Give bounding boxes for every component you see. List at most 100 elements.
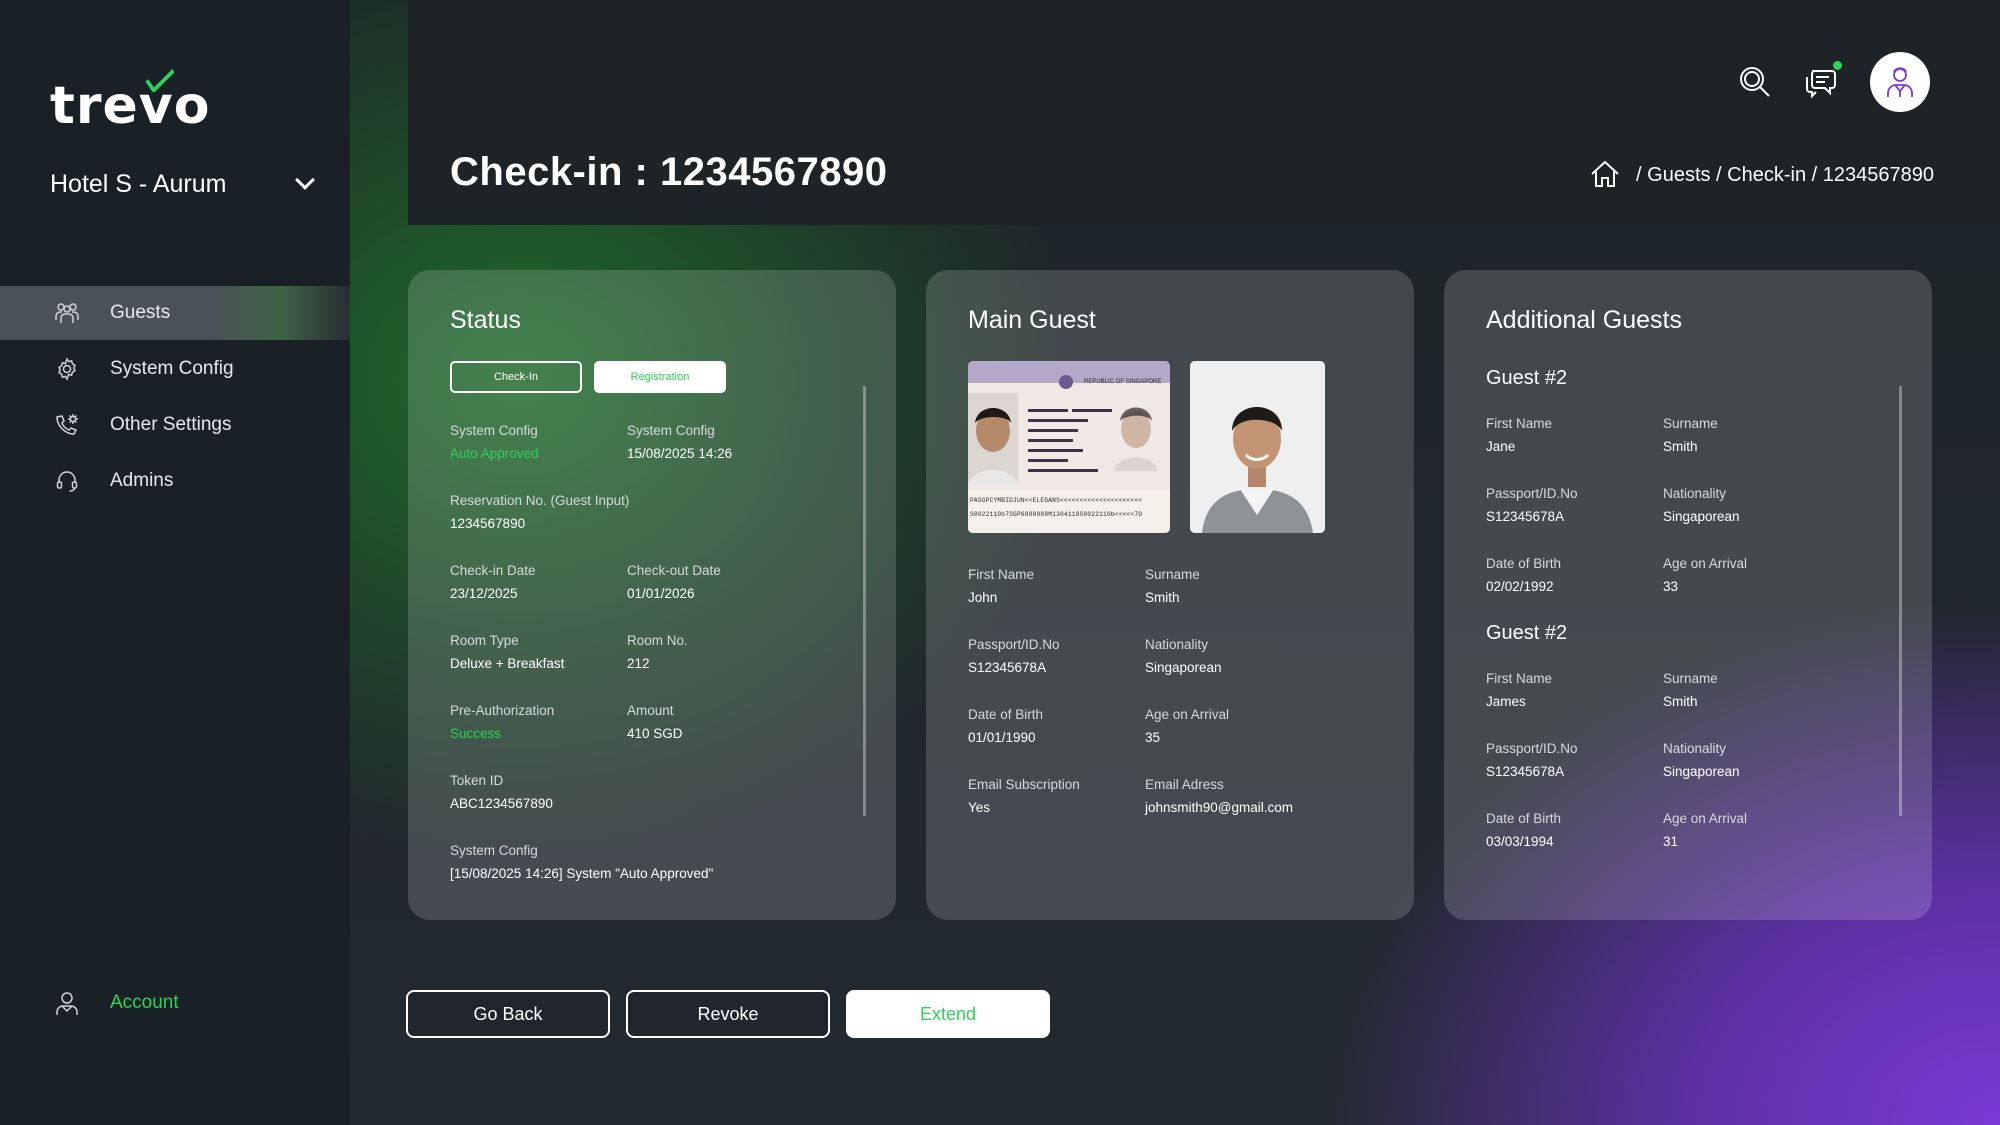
field-value: S12345678A [968,660,1047,675]
field-label: Date of Birth [1486,811,1562,826]
card-title: Status [450,306,521,334]
headset-icon [54,468,80,494]
field-value: 212 [627,656,650,671]
field-label: Room Type [450,633,519,648]
guest-photos: REPUBLIC OF SINGAPORE PASGPCYMBIDJUN<<EL… [968,361,1372,533]
field-value: 01/01/1990 [968,730,1036,745]
field-surname: Surname Smith [1145,567,1345,637]
field-date-of-birth: Date of Birth 03/03/1994 [1486,811,1663,881]
sidebar-nav: Guests System Config Other Settings Admi… [0,286,350,510]
field-nationality: Nationality Singaporean [1663,486,1863,556]
guest-heading: Guest #2 [1486,367,1568,389]
field-value: ABC1234567890 [450,796,553,811]
field-surname: Surname Smith [1663,671,1863,741]
field-reservation-no: Reservation No. (Guest Input) 1234567890 [450,493,827,563]
field-passport-no: Passport/ID.No S12345678A [968,637,1145,707]
card-title: Main Guest [968,306,1096,334]
notification-dot [1833,61,1842,70]
field-label: Pre-Authorization [450,703,555,718]
field-value: Singaporean [1663,764,1740,779]
revoke-button[interactable]: Revoke [626,990,830,1038]
field-label: Date of Birth [1486,556,1562,571]
user-icon [54,990,80,1016]
scrollbar[interactable] [863,386,866,816]
settings-icon [54,412,80,438]
field-value: johnsmith90@gmail.com [1145,800,1294,815]
field-first-name: First Name Jane [1486,416,1663,486]
field-label: First Name [1486,416,1553,431]
additional-guest-fields: First Name Jane Surname Smith Passport/ID.… [1486,416,1890,626]
field-room-no: Room No. 212 [627,633,827,703]
passport-mrz-2: S0022110b7SGP6808088M1304118S0022110b<<<… [970,511,1143,518]
tab-registration[interactable]: Registration [594,361,726,393]
brand-logo: trev o [50,60,210,136]
field-passport-no: Passport/ID.No S12345678A [1486,741,1663,811]
avatar[interactable] [1870,52,1930,112]
top-toolbar [1738,52,1930,112]
passport-image[interactable]: REPUBLIC OF SINGAPORE PASGPCYMBIDJUN<<EL… [968,361,1170,533]
field-value: 33 [1663,579,1679,594]
field-label: First Name [1486,671,1553,686]
sidebar-item-other-settings[interactable]: Other Settings [0,398,350,452]
sidebar-item-guests[interactable]: Guests [0,286,350,340]
field-value: James [1486,694,1526,709]
field-amount: Amount 410 SGD [627,703,827,773]
sidebar-item-admins[interactable]: Admins [0,454,350,508]
field-age-on-arrival: Age on Arrival 31 [1663,811,1863,881]
main-guest-fields: First Name John Surname Smith Passport/ID.… [968,567,1372,847]
home-icon[interactable] [1590,160,1620,190]
field-value: 410 SGD [627,726,683,741]
go-back-button[interactable]: Go Back [406,990,610,1038]
field-first-name: First Name John [968,567,1145,637]
field-value: Smith [1145,590,1180,605]
page-title: Check-in : 1234567890 [450,150,888,194]
field-label: Date of Birth [968,707,1044,722]
sidebar-item-label: Admins [110,470,174,491]
sidebar-item-system-config[interactable]: System Config [0,342,350,396]
field-system-config-time: System Config 15/08/2025 14:26 [627,423,827,493]
field-label: Surname [1663,671,1718,686]
field-value: Singaporean [1145,660,1222,675]
chevron-down-icon [295,170,315,190]
field-passport-no: Passport/ID.No S12345678A [1486,486,1663,556]
field-system-log: System Config [15/08/2025 14:26] System "… [450,843,827,913]
field-value: Smith [1663,439,1698,454]
field-label: Passport/ID.No [1486,486,1578,501]
tab-check-in[interactable]: Check-In [450,361,582,393]
search-icon[interactable] [1738,65,1772,99]
breadcrumb-path[interactable]: / Guests / Check-in / 1234567890 [1636,164,1934,187]
sidebar-item-label: System Config [110,358,234,379]
field-first-name: First Name James [1486,671,1663,741]
field-token-id: Token ID ABC1234567890 [450,773,827,843]
hotel-name: Hotel S - Aurum [50,169,227,198]
field-value: 02/02/1992 [1486,579,1554,594]
scrollbar[interactable] [1899,386,1902,816]
sidebar-item-label: Other Settings [110,414,232,435]
field-label: Surname [1145,567,1200,582]
field-label: Email Subscription [968,777,1080,792]
field-label: Email Adress [1145,777,1224,792]
card-title: Additional Guests [1486,306,1682,334]
field-date-of-birth: Date of Birth 01/01/1990 [968,707,1145,777]
field-value: Auto Approved [450,446,539,461]
chat-icon[interactable] [1804,61,1842,99]
gear-icon [54,356,80,382]
field-label: Age on Arrival [1663,556,1748,571]
field-value: S12345678A [1486,764,1565,779]
account-link[interactable]: Account [54,990,179,1016]
field-value: 23/12/2025 [450,586,518,601]
field-label: Reservation No. (Guest Input) [450,493,630,508]
field-nationality: Nationality Singaporean [1663,741,1863,811]
guest-portrait-image[interactable] [1190,361,1325,533]
field-value: 03/03/1994 [1486,834,1554,849]
hotel-selector[interactable]: Hotel S - Aurum [50,166,320,202]
extend-button[interactable]: Extend [846,990,1050,1038]
field-label: System Config [450,843,538,858]
field-label: Nationality [1663,486,1727,501]
field-check-out-date: Check-out Date 01/01/2026 [627,563,827,633]
field-value: John [968,590,998,605]
field-email-subscription: Email Subscription Yes [968,777,1145,847]
field-label: System Config [627,423,715,438]
field-nationality: Nationality Singaporean [1145,637,1345,707]
breadcrumb: / Guests / Check-in / 1234567890 [1590,160,1934,190]
